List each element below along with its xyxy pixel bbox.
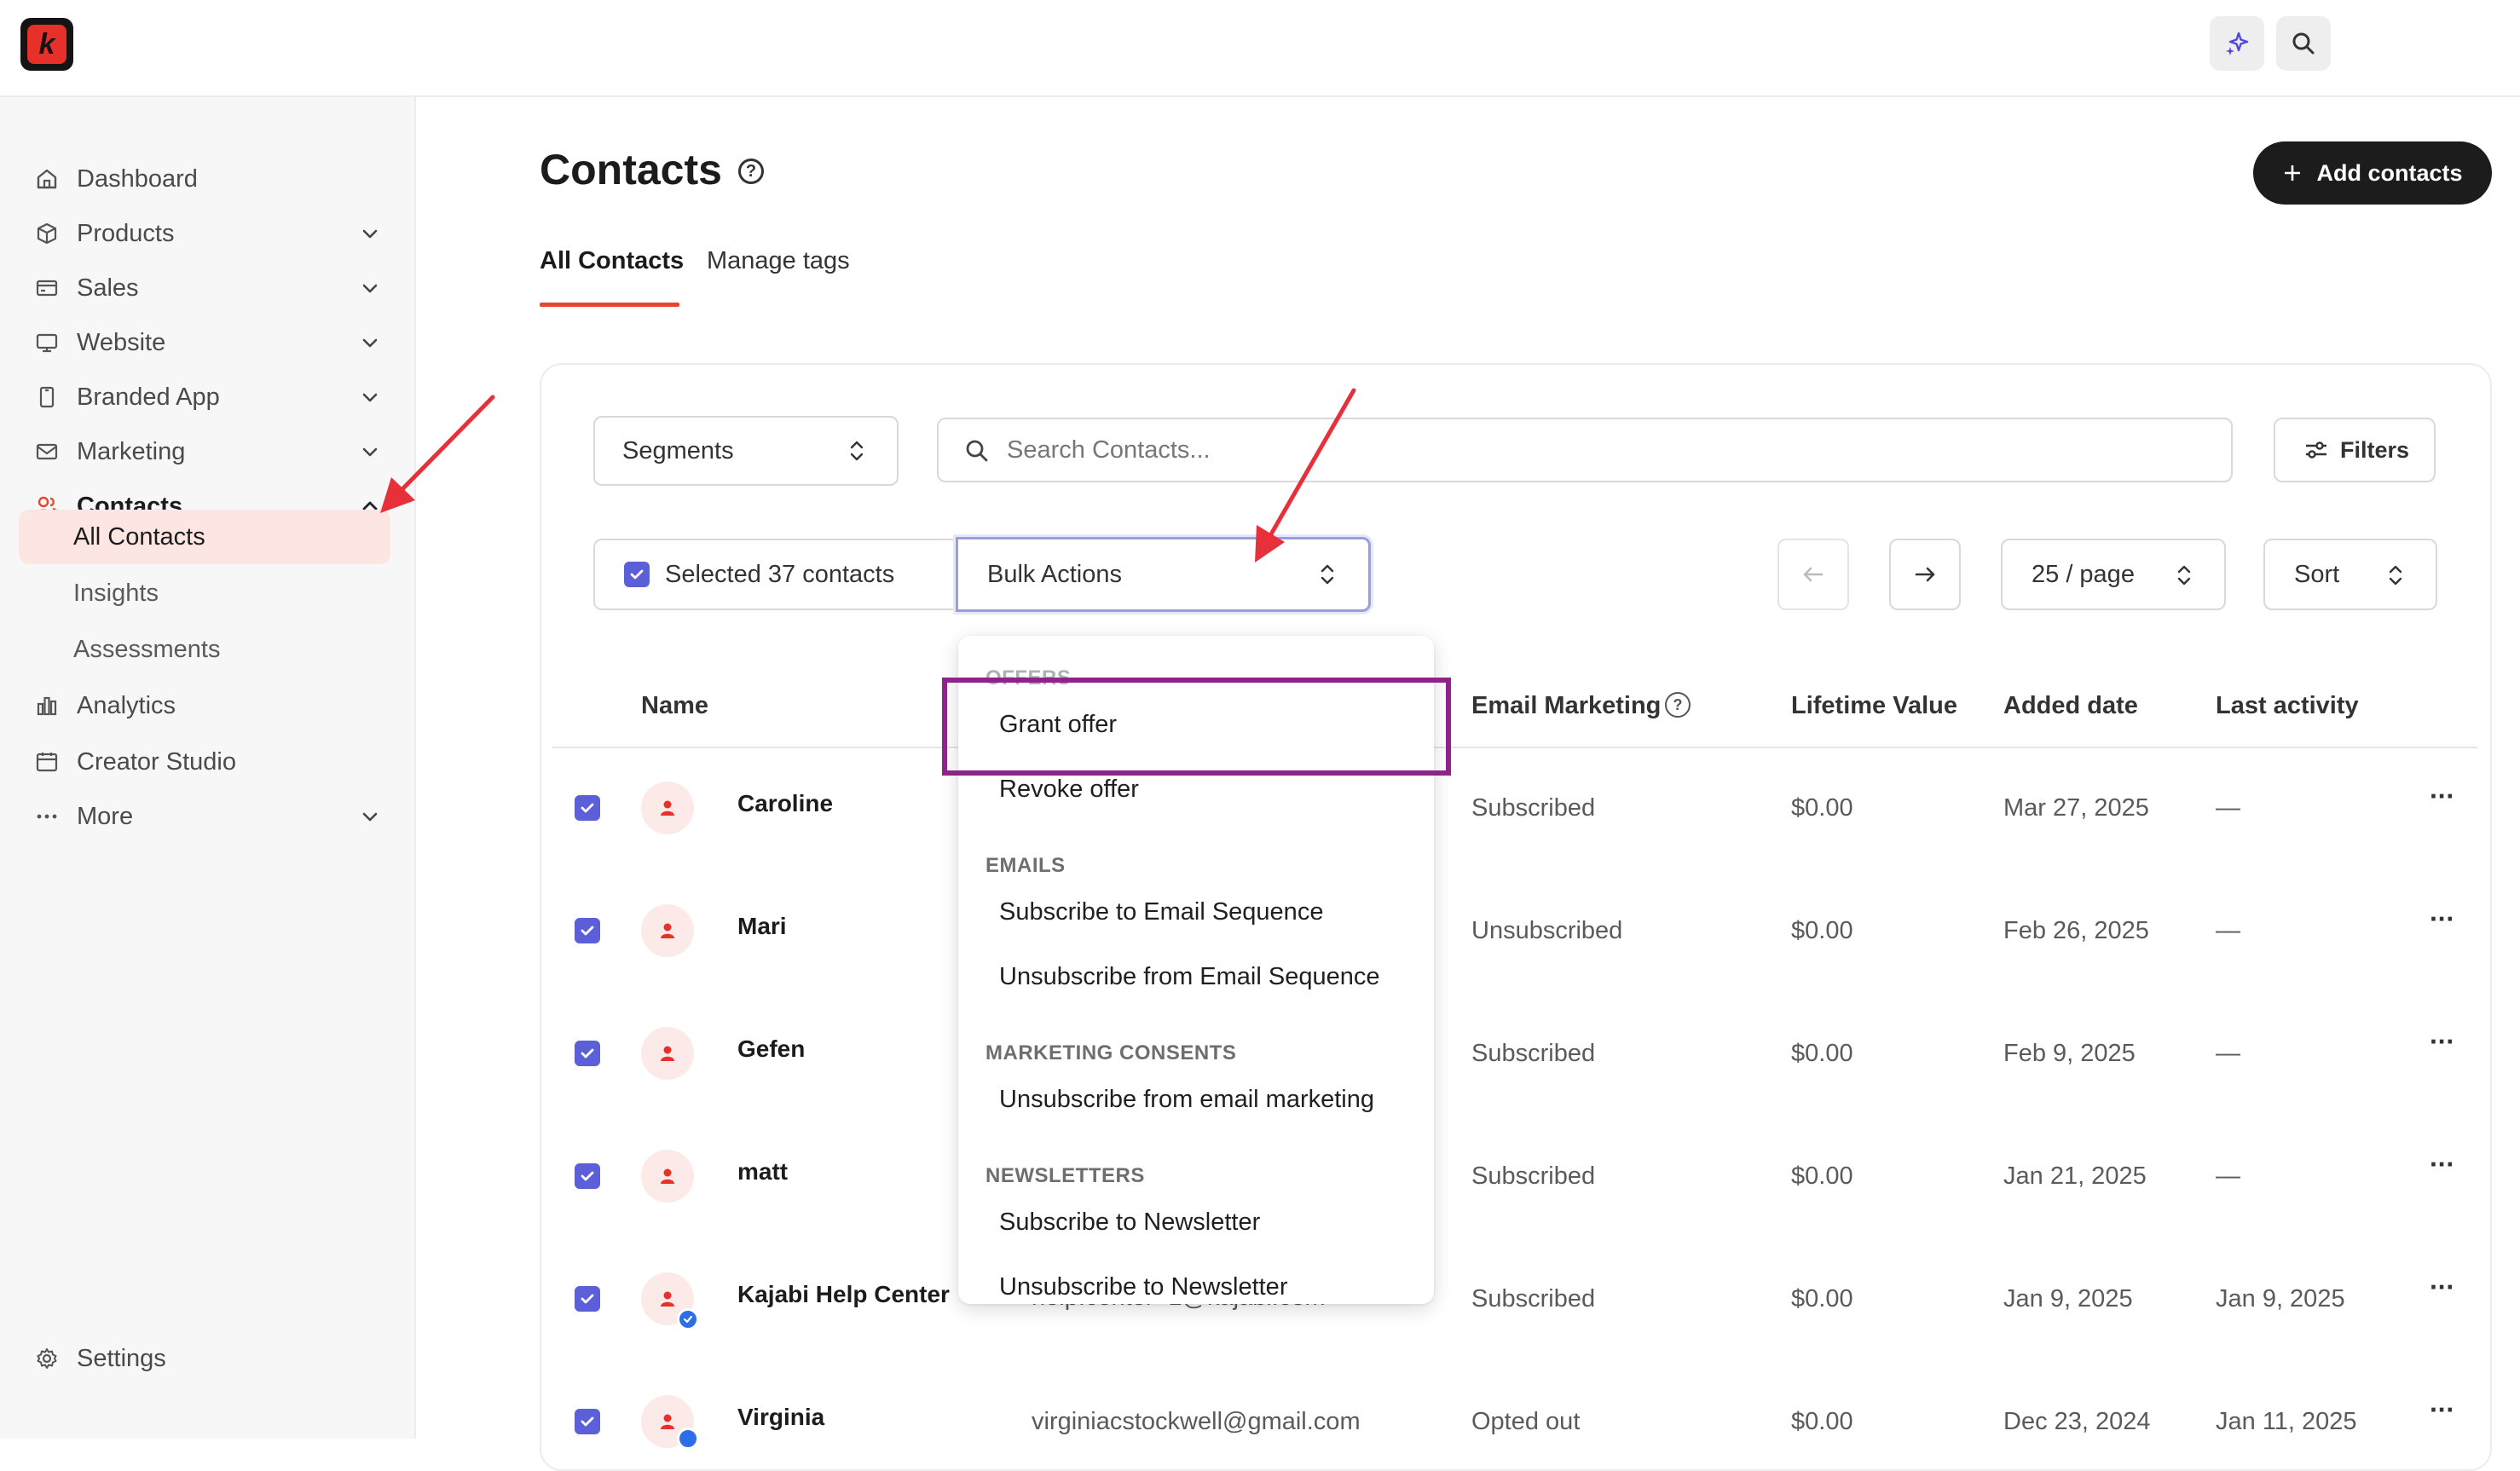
annotation-arrow-bulk-actions xyxy=(1255,388,1356,562)
annotation-arrow-sidebar xyxy=(380,395,495,513)
annotation-arrows xyxy=(380,388,1356,562)
